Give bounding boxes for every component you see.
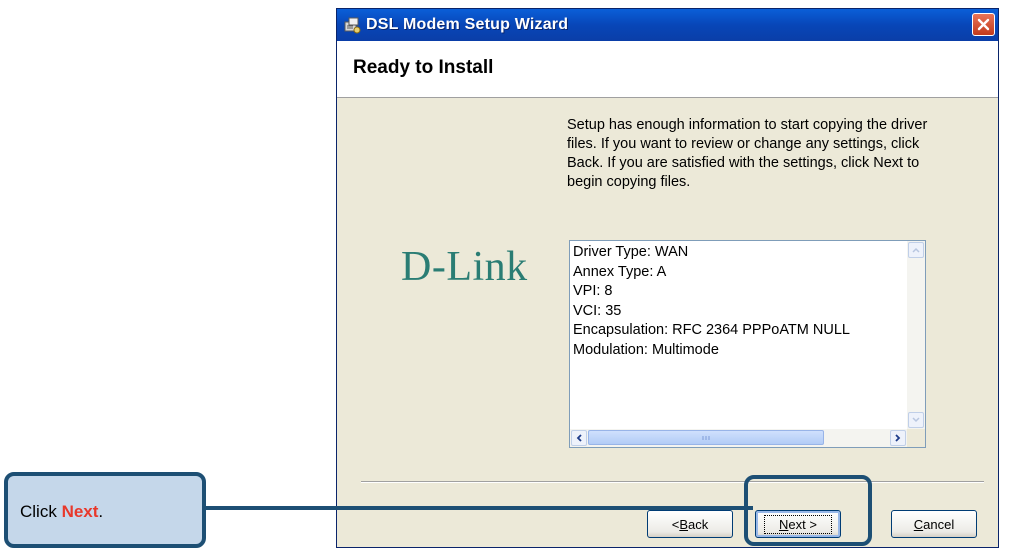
back-button[interactable]: < Back — [647, 510, 733, 538]
list-item: VPI: 8 — [573, 283, 613, 299]
horizontal-scrollbar[interactable] — [570, 429, 907, 447]
close-icon — [977, 18, 990, 31]
list-item: Encapsulation: RFC 2364 PPPoATM NULL — [573, 322, 850, 338]
wizard-header: Ready to Install — [337, 41, 998, 98]
scroll-left-icon — [576, 434, 582, 442]
close-button[interactable] — [972, 13, 995, 36]
scroll-right-button[interactable] — [890, 430, 906, 446]
scroll-down-button[interactable] — [908, 412, 924, 428]
callout-connector-line — [206, 506, 753, 510]
scrollbar-corner — [907, 429, 925, 447]
scroll-up-icon — [912, 247, 920, 253]
instructions-text: Setup has enough information to start co… — [567, 117, 928, 190]
scroll-right-icon — [895, 434, 901, 442]
scroll-up-button[interactable] — [908, 242, 924, 258]
page-title: Ready to Install — [353, 57, 494, 78]
cancel-button[interactable]: Cancel — [891, 510, 977, 538]
scroll-down-icon — [912, 417, 920, 423]
setup-wizard-window: DSL Modem Setup Wizard Ready to Install … — [336, 8, 999, 548]
list-item: Driver Type: WAN — [573, 244, 689, 260]
list-item: VCI: 35 — [573, 302, 622, 319]
window-title: DSL Modem Setup Wizard — [366, 16, 569, 33]
button-divider — [361, 481, 984, 483]
settings-listbox[interactable]: Driver Type: WAN Annex Type: A VPI: 8 VC… — [569, 240, 926, 448]
list-item: Annex Type: A — [573, 263, 667, 280]
list-item: Modulation: Multimode — [573, 341, 719, 358]
wizard-content: D-Link Setup has enough information to s… — [337, 98, 998, 547]
horizontal-scroll-thumb[interactable] — [588, 430, 824, 445]
instruction-callout: Click Next. — [4, 472, 206, 548]
scroll-left-button[interactable] — [571, 430, 587, 446]
callout-text: Click Next. — [20, 502, 104, 521]
settings-list: Driver Type: WAN Annex Type: A VPI: 8 VC… — [573, 243, 905, 360]
vertical-scrollbar[interactable] — [907, 241, 925, 429]
setup-wizard-icon — [344, 17, 361, 34]
title-bar[interactable]: DSL Modem Setup Wizard — [337, 9, 998, 41]
grip-icon — [702, 435, 710, 440]
dlink-logo: D-Link — [401, 244, 528, 290]
next-button-highlight — [744, 475, 872, 546]
